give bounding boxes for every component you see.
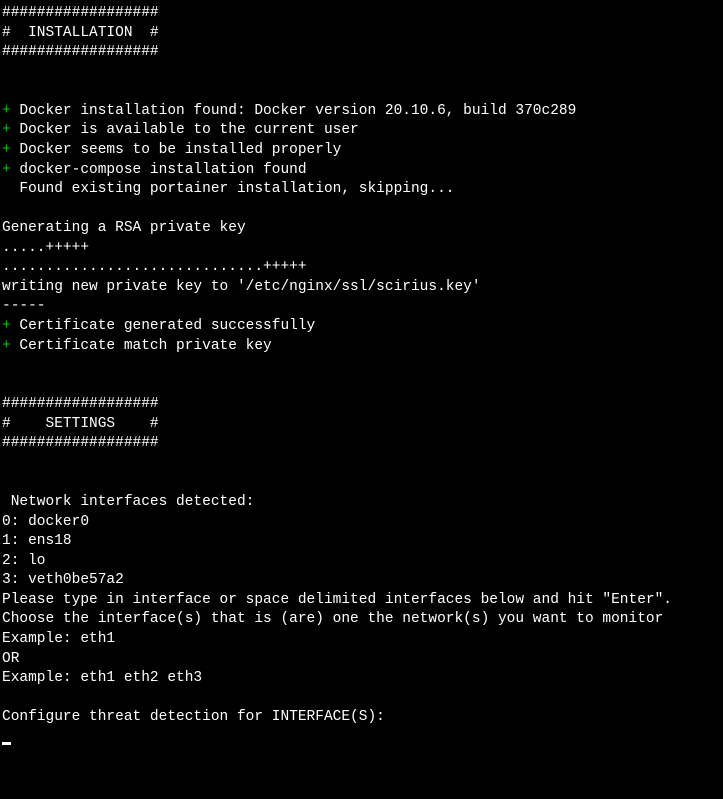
- interface-configure-prompt: Configure threat detection for INTERFACE…: [2, 708, 721, 728]
- interface-item: 2: lo: [2, 552, 721, 572]
- check-docker-installed: + Docker seems to be installed properly: [2, 141, 721, 161]
- blank-line: [2, 376, 721, 396]
- rsa-progress-1: .....+++++: [2, 239, 721, 259]
- check-text: Docker seems to be installed properly: [11, 142, 342, 158]
- check-text: Certificate generated successfully: [11, 318, 316, 334]
- plus-icon: +: [2, 122, 11, 138]
- banner-settings-bottom: ##################: [2, 434, 721, 454]
- rsa-generating: Generating a RSA private key: [2, 219, 721, 239]
- banner-settings-title: # SETTINGS #: [2, 415, 721, 435]
- banner-installation-top: ##################: [2, 4, 721, 24]
- banner-installation-title: # INSTALLATION #: [2, 24, 721, 44]
- interface-example-2: Example: eth1 eth2 eth3: [2, 669, 721, 689]
- check-cert-generated: + Certificate generated successfully: [2, 317, 721, 337]
- plus-icon: +: [2, 338, 11, 354]
- interface-prompt-2: Choose the interface(s) that is (are) on…: [2, 610, 721, 630]
- blank-line: [2, 454, 721, 474]
- banner-settings-top: ##################: [2, 395, 721, 415]
- interface-example-1: Example: eth1: [2, 630, 721, 650]
- interface-item: 0: docker0: [2, 513, 721, 533]
- interface-item: 3: veth0be57a2: [2, 571, 721, 591]
- plus-icon: +: [2, 318, 11, 334]
- plus-icon: +: [2, 103, 11, 119]
- interface-or: OR: [2, 650, 721, 670]
- banner-installation-bottom: ##################: [2, 43, 721, 63]
- rsa-progress-2: ..............................+++++: [2, 258, 721, 278]
- check-text: docker-compose installation found: [11, 162, 307, 178]
- interface-prompt-1: Please type in interface or space delimi…: [2, 591, 721, 611]
- plus-icon: +: [2, 142, 11, 158]
- rsa-writing-key: writing new private key to '/etc/nginx/s…: [2, 278, 721, 298]
- input-line[interactable]: [2, 728, 721, 748]
- portainer-skip-msg: Found existing portainer installation, s…: [2, 180, 721, 200]
- blank-line: [2, 200, 721, 220]
- interfaces-header: Network interfaces detected:: [2, 493, 721, 513]
- rsa-dashes: -----: [2, 297, 721, 317]
- check-docker-version: + Docker installation found: Docker vers…: [2, 102, 721, 122]
- check-cert-match: + Certificate match private key: [2, 337, 721, 357]
- blank-line: [2, 689, 721, 709]
- check-docker-compose: + docker-compose installation found: [2, 161, 721, 181]
- plus-icon: +: [2, 162, 11, 178]
- check-docker-user: + Docker is available to the current use…: [2, 121, 721, 141]
- blank-line: [2, 474, 721, 494]
- check-text: Docker is available to the current user: [11, 122, 359, 138]
- blank-line: [2, 63, 721, 83]
- check-text: Certificate match private key: [11, 338, 272, 354]
- check-text: Docker installation found: Docker versio…: [11, 103, 577, 119]
- cursor-icon: [2, 742, 11, 745]
- interface-item: 1: ens18: [2, 532, 721, 552]
- blank-line: [2, 82, 721, 102]
- blank-line: [2, 356, 721, 376]
